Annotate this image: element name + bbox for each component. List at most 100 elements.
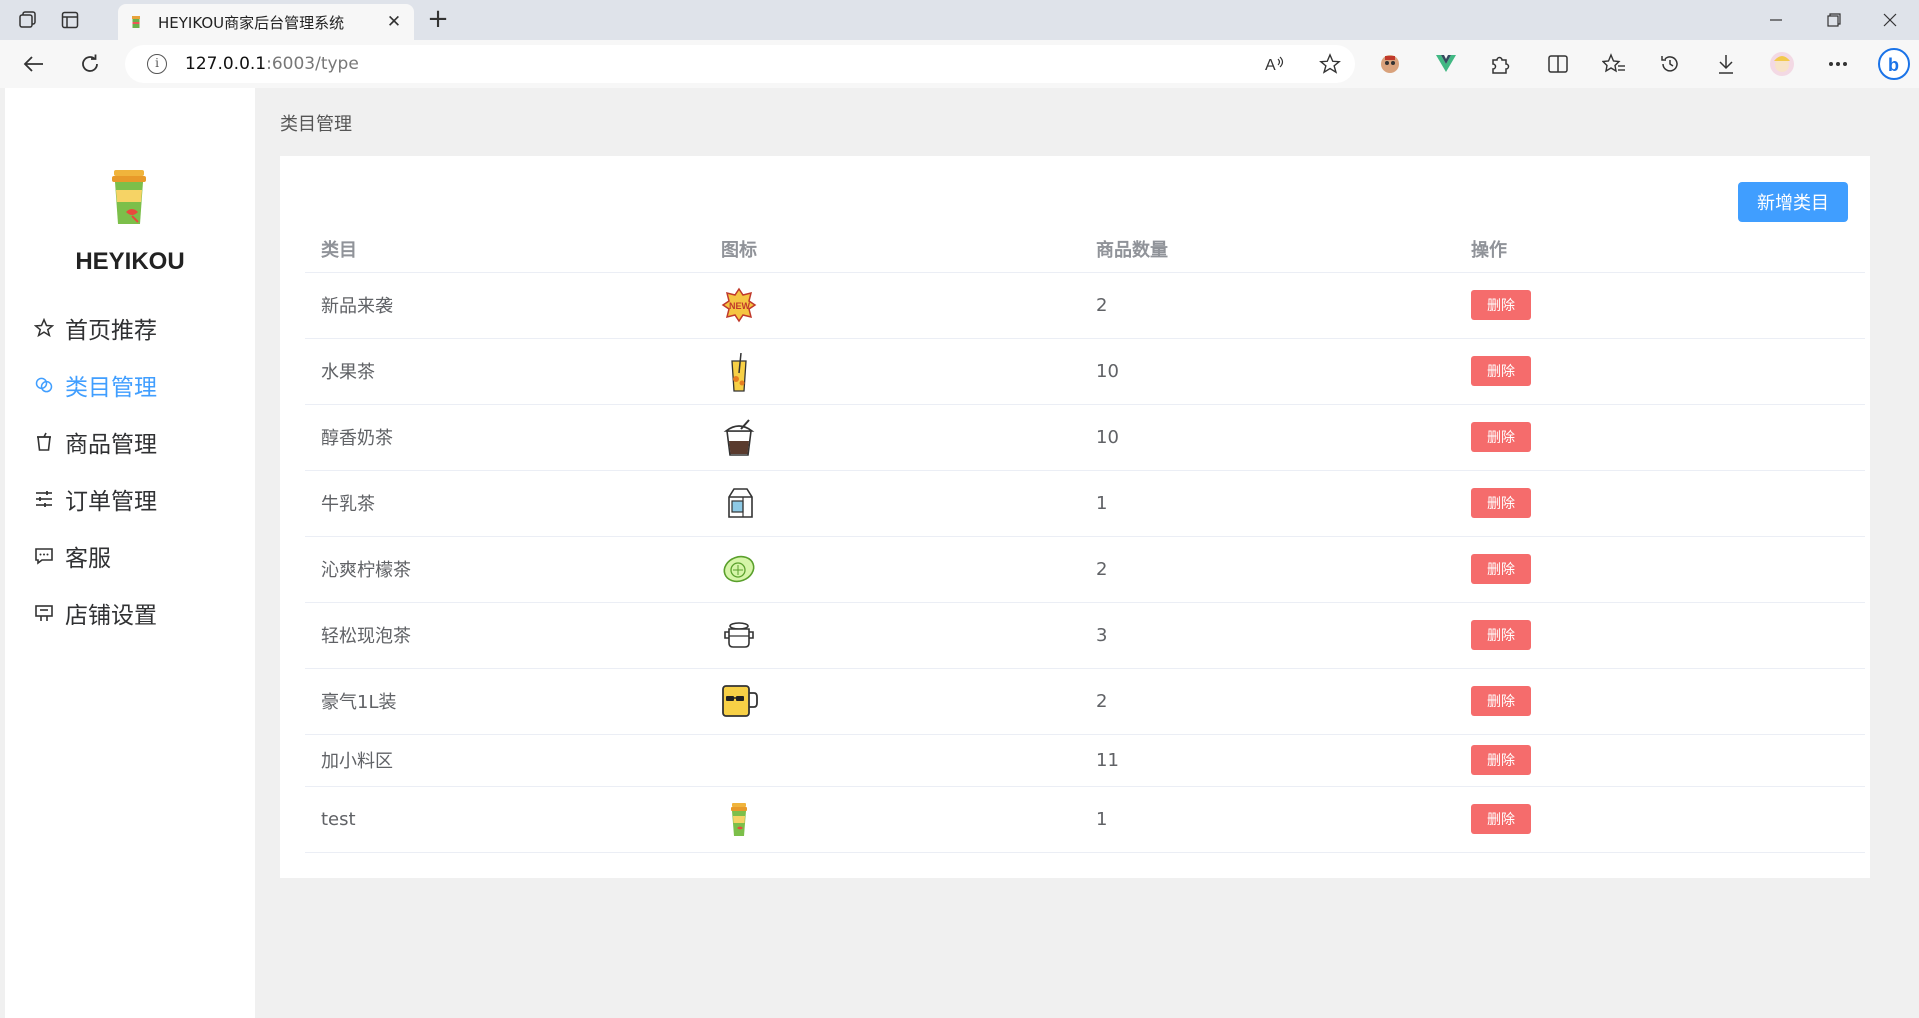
product-count: 2 [1080, 668, 1455, 735]
sidebar-item-shop-settings[interactable]: 店铺设置 [33, 593, 157, 633]
address-bar[interactable]: i 127.0.0.1:6003/type A [125, 45, 1355, 83]
product-count: 1 [1080, 470, 1455, 537]
app-root: HEYIKOU 首页推荐 类目管理 商品管理 订单管理 客服 店铺设置 类目管理… [5, 88, 1919, 1018]
empty-icon-cell [705, 734, 1080, 787]
cup-icon [33, 431, 55, 453]
heyikou-logo-icon [108, 168, 150, 234]
history-icon[interactable] [1654, 50, 1686, 78]
category-name: 轻松现泡茶 [305, 602, 705, 669]
delete-button[interactable]: 删除 [1471, 290, 1531, 320]
milk-tea-icon [721, 419, 757, 456]
close-window-icon[interactable] [1870, 6, 1910, 34]
downloads-icon[interactable] [1710, 50, 1742, 78]
svg-text:NEW: NEW [729, 301, 751, 311]
table-header-row: 类目 图标 商品数量 操作 [305, 226, 1865, 273]
category-name: 水果茶 [305, 338, 705, 405]
table-row: 醇香奶茶 10 删除 [305, 404, 1865, 471]
shop-icon [33, 602, 55, 624]
minimize-icon[interactable] [1756, 6, 1796, 34]
sidebar-item-home-recommend[interactable]: 首页推荐 [33, 308, 157, 348]
extensions-puzzle-icon[interactable] [1484, 50, 1516, 78]
category-card: 新增类目 类目 图标 商品数量 操作 新品来袭 NEW 2 删除 水果茶 10 … [280, 156, 1870, 878]
sidebar-item-label: 订单管理 [65, 489, 157, 515]
split-screen-icon[interactable] [1542, 50, 1574, 78]
table-row: 沁爽柠檬茶 2 删除 [305, 536, 1865, 603]
favorites-list-icon[interactable] [1598, 50, 1630, 78]
product-count: 2 [1080, 536, 1455, 603]
new-badge-icon: NEW [721, 287, 757, 323]
bing-copilot-icon[interactable]: b [1876, 46, 1912, 82]
tab-close-icon[interactable]: ✕ [384, 12, 404, 32]
sidebar-item-customer-service[interactable]: 客服 [33, 536, 111, 576]
more-menu-icon[interactable] [1822, 50, 1854, 78]
url-text: 127.0.0.1:6003/type [185, 54, 359, 74]
category-name: test [305, 786, 705, 853]
fruit-tea-icon [721, 352, 757, 392]
category-name: 醇香奶茶 [305, 404, 705, 471]
sidebar-item-label: 商品管理 [65, 432, 157, 458]
table-row: 加小料区 11 删除 [305, 734, 1865, 787]
big-mug-icon [721, 683, 758, 719]
delete-button[interactable]: 删除 [1471, 422, 1531, 452]
svg-text:b: b [1888, 55, 1899, 75]
category-table: 类目 图标 商品数量 操作 新品来袭 NEW 2 删除 水果茶 10 删除 醇香… [305, 226, 1865, 853]
svg-text:A: A [1265, 57, 1276, 73]
delete-button[interactable]: 删除 [1471, 686, 1531, 716]
back-icon[interactable] [18, 50, 50, 78]
milk-carton-icon [721, 485, 757, 521]
delete-button[interactable]: 删除 [1471, 554, 1531, 584]
tab-title: HEYIKOU商家后台管理系统 [158, 13, 345, 32]
delete-button[interactable]: 删除 [1471, 620, 1531, 650]
sidebar-item-products[interactable]: 商品管理 [33, 422, 157, 462]
sidebar: HEYIKOU 首页推荐 类目管理 商品管理 订单管理 客服 店铺设置 [5, 88, 255, 1018]
column-header-count: 商品数量 [1080, 226, 1455, 273]
vue-devtools-icon[interactable] [1430, 50, 1462, 78]
chat-icon [33, 545, 55, 567]
logo-text: HEYIKOU [75, 248, 185, 275]
add-category-button[interactable]: 新增类目 [1738, 182, 1848, 222]
table-row: test 1 删除 [305, 786, 1865, 853]
category-name: 新品来袭 [305, 272, 705, 339]
table-row: 水果茶 10 删除 [305, 338, 1865, 405]
workspaces-icon[interactable] [14, 8, 42, 32]
table-row: 轻松现泡茶 3 删除 [305, 602, 1865, 669]
product-count: 11 [1080, 734, 1455, 787]
sidebar-item-category[interactable]: 类目管理 [33, 365, 157, 405]
refresh-icon[interactable] [74, 50, 106, 78]
lemon-icon [721, 551, 757, 587]
restore-icon[interactable] [1814, 6, 1854, 34]
browser-tab-bar: HEYIKOU商家后台管理系统 ✕ + [0, 0, 1919, 40]
cup-favicon-icon [128, 14, 144, 30]
sidebar-item-label: 店铺设置 [65, 603, 157, 629]
table-row: 新品来袭 NEW 2 删除 [305, 272, 1865, 339]
column-header-icon: 图标 [705, 226, 1080, 273]
category-name: 沁爽柠檬茶 [305, 536, 705, 603]
tab-actions-icon[interactable] [56, 8, 84, 32]
extension-avatar-icon[interactable] [1374, 50, 1406, 78]
teapot-icon [721, 617, 757, 653]
browser-tab-active[interactable]: HEYIKOU商家后台管理系统 ✕ [118, 4, 414, 40]
profile-avatar-icon[interactable] [1766, 50, 1798, 78]
site-info-icon[interactable]: i [147, 54, 167, 74]
product-count: 10 [1080, 404, 1455, 471]
sidebar-item-orders[interactable]: 订单管理 [33, 479, 157, 519]
column-header-category: 类目 [305, 226, 705, 273]
sidebar-item-label: 客服 [65, 546, 111, 572]
product-count: 1 [1080, 786, 1455, 853]
product-count: 3 [1080, 602, 1455, 669]
delete-button[interactable]: 删除 [1471, 745, 1531, 775]
delete-button[interactable]: 删除 [1471, 488, 1531, 518]
new-tab-icon[interactable]: + [424, 6, 452, 34]
link-icon [33, 374, 55, 396]
table-row: 牛乳茶 1 删除 [305, 470, 1865, 537]
delete-button[interactable]: 删除 [1471, 356, 1531, 386]
sidebar-item-label: 类目管理 [65, 375, 157, 401]
star-icon [33, 317, 55, 339]
delete-button[interactable]: 删除 [1471, 804, 1531, 834]
favorite-star-icon[interactable] [1317, 51, 1343, 77]
cup-logo-icon [721, 801, 757, 837]
read-aloud-icon[interactable]: A [1261, 51, 1287, 77]
sidebar-item-label: 首页推荐 [65, 318, 157, 344]
breadcrumb: 类目管理 [280, 114, 352, 135]
category-name: 牛乳茶 [305, 470, 705, 537]
